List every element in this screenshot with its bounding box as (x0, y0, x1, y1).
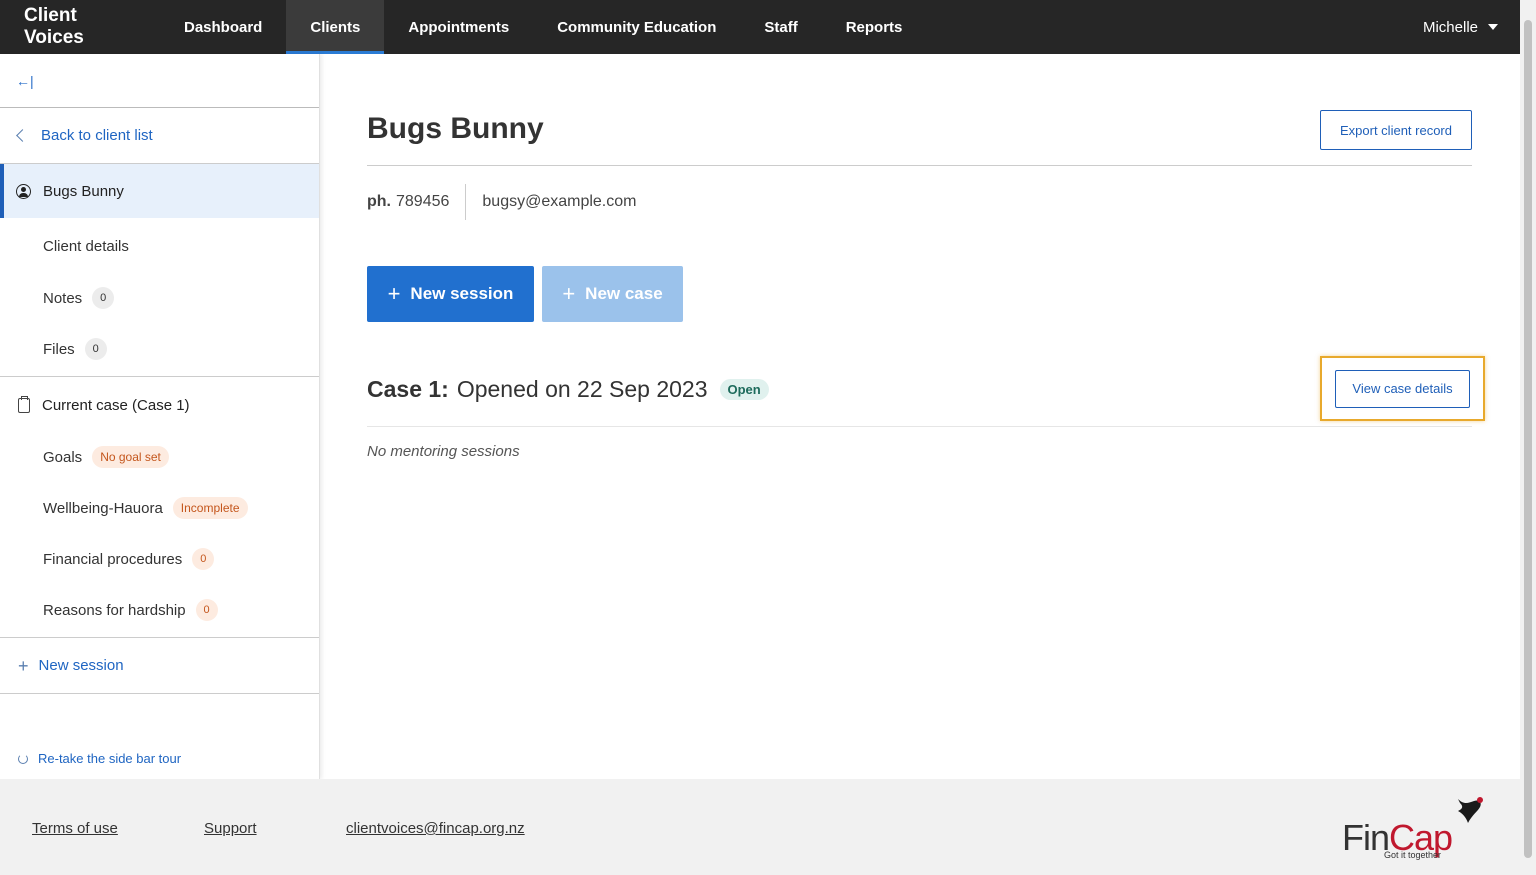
plus-icon: + (562, 281, 576, 306)
plus-icon: + (387, 281, 401, 306)
sidebar-item-label: Reasons for hardship (43, 601, 186, 619)
case-opened-date: Opened on 22 Sep 2023 (456, 376, 708, 402)
sidebar: ←| Back to client list Bugs Bunny Client… (0, 54, 320, 779)
brand-title[interactable]: Client Voices (0, 0, 160, 54)
sidebar-item-label: Goals (43, 448, 83, 466)
fincap-logo[interactable]: FinCap Got it together (1342, 793, 1492, 863)
back-label: Back to client list (41, 127, 153, 144)
status-badge: Incomplete (172, 497, 248, 519)
footer: Terms of use Support clientvoices@fincap… (0, 779, 1520, 875)
tab-community-education[interactable]: Community Education (533, 0, 740, 54)
sidebar-item-current-case[interactable]: Current case (Case 1) (0, 377, 319, 433)
person-icon (16, 183, 31, 199)
tab-reports[interactable]: Reports (822, 0, 927, 54)
phone-label: ph. (367, 193, 391, 210)
new-session-button[interactable]: + New session (367, 266, 534, 322)
case-number: Case 1: (367, 376, 449, 402)
sidebar-item-client-details[interactable]: Client details (0, 218, 319, 274)
tour-label: Re-take the side bar tour (38, 751, 182, 766)
status-badge: No goal set (92, 446, 169, 468)
sidebar-item-label: Notes (43, 289, 83, 307)
user-menu[interactable]: Michelle (1423, 0, 1520, 54)
refresh-icon (18, 753, 28, 764)
sidebar-item-files[interactable]: Files 0 (0, 322, 319, 376)
count-badge: 0 (192, 548, 215, 570)
divider (367, 165, 1472, 166)
button-label: New case (585, 284, 663, 303)
sidebar-item-label: Files (43, 340, 75, 358)
sidebar-item-reasons-for-hardship[interactable]: Reasons for hardship 0 (0, 583, 319, 637)
tab-staff[interactable]: Staff (740, 0, 821, 54)
logo-tagline: Got it together (1384, 850, 1442, 860)
retake-tour-link[interactable]: Re-take the side bar tour (18, 751, 181, 766)
export-client-record-button[interactable]: Export client record (1320, 110, 1472, 150)
sidebar-item-wellbeing[interactable]: Wellbeing-Hauora Incomplete (0, 481, 319, 535)
scrollbar-thumb[interactable] (1524, 20, 1532, 858)
logo-fin: Fin (1342, 817, 1390, 858)
status-badge: Open (719, 379, 769, 400)
terms-of-use-link[interactable]: Terms of use (32, 820, 118, 837)
tab-dashboard[interactable]: Dashboard (160, 0, 286, 54)
tab-appointments[interactable]: Appointments (384, 0, 533, 54)
highlight-outline: View case details (1320, 356, 1485, 421)
contact-email-link[interactable]: clientvoices@fincap.org.nz (346, 820, 525, 837)
user-name: Michelle (1422, 18, 1478, 36)
bird-icon (1458, 797, 1483, 823)
button-label: New session (410, 284, 514, 303)
sidebar-item-client[interactable]: Bugs Bunny (0, 164, 319, 218)
clipboard-icon (18, 395, 30, 413)
sidebar-item-label: Client details (43, 237, 129, 255)
caret-down-icon (1488, 24, 1498, 30)
sidebar-item-goals[interactable]: Goals No goal set (0, 433, 319, 481)
sidebar-item-financial-procedures[interactable]: Financial procedures 0 (0, 535, 319, 583)
contact-info: ph. 789456 bugsy@example.com (367, 184, 636, 220)
sidebar-item-notes[interactable]: Notes 0 (0, 274, 319, 322)
plus-icon: + (18, 655, 29, 676)
sidebar-new-session-button[interactable]: + New session (0, 638, 319, 694)
count-badge: 0 (195, 599, 218, 621)
top-nav: Client Voices Dashboard Clients Appointm… (0, 0, 1520, 54)
empty-sessions-message: No mentoring sessions (367, 443, 520, 460)
count-badge: 0 (92, 287, 115, 309)
chevron-left-icon (16, 129, 29, 142)
sidebar-item-label: New session (38, 657, 124, 674)
page-scrollbar[interactable] (1520, 0, 1536, 875)
collapse-sidebar-icon: ←| (16, 72, 34, 89)
divider (367, 426, 1472, 427)
case-heading: Case 1: Opened on 22 Sep 2023 Open (367, 376, 769, 403)
support-link[interactable]: Support (204, 820, 257, 837)
email-address: bugsy@example.com (482, 193, 637, 210)
count-badge: 0 (84, 338, 107, 360)
new-case-button[interactable]: + New case (542, 266, 683, 322)
tab-clients[interactable]: Clients (286, 0, 385, 54)
view-case-details-button[interactable]: View case details (1335, 369, 1470, 408)
collapse-sidebar-button[interactable]: ←| (0, 54, 319, 108)
sidebar-item-label: Financial procedures (43, 550, 183, 568)
phone-number: 789456 (396, 193, 450, 210)
page-title: Bugs Bunny (367, 112, 544, 145)
divider (465, 184, 467, 220)
back-to-client-list-link[interactable]: Back to client list (0, 108, 319, 164)
sidebar-item-label: Current case (Case 1) (42, 396, 190, 414)
sidebar-client-name: Bugs Bunny (43, 182, 124, 200)
sidebar-item-label: Wellbeing-Hauora (43, 499, 163, 517)
